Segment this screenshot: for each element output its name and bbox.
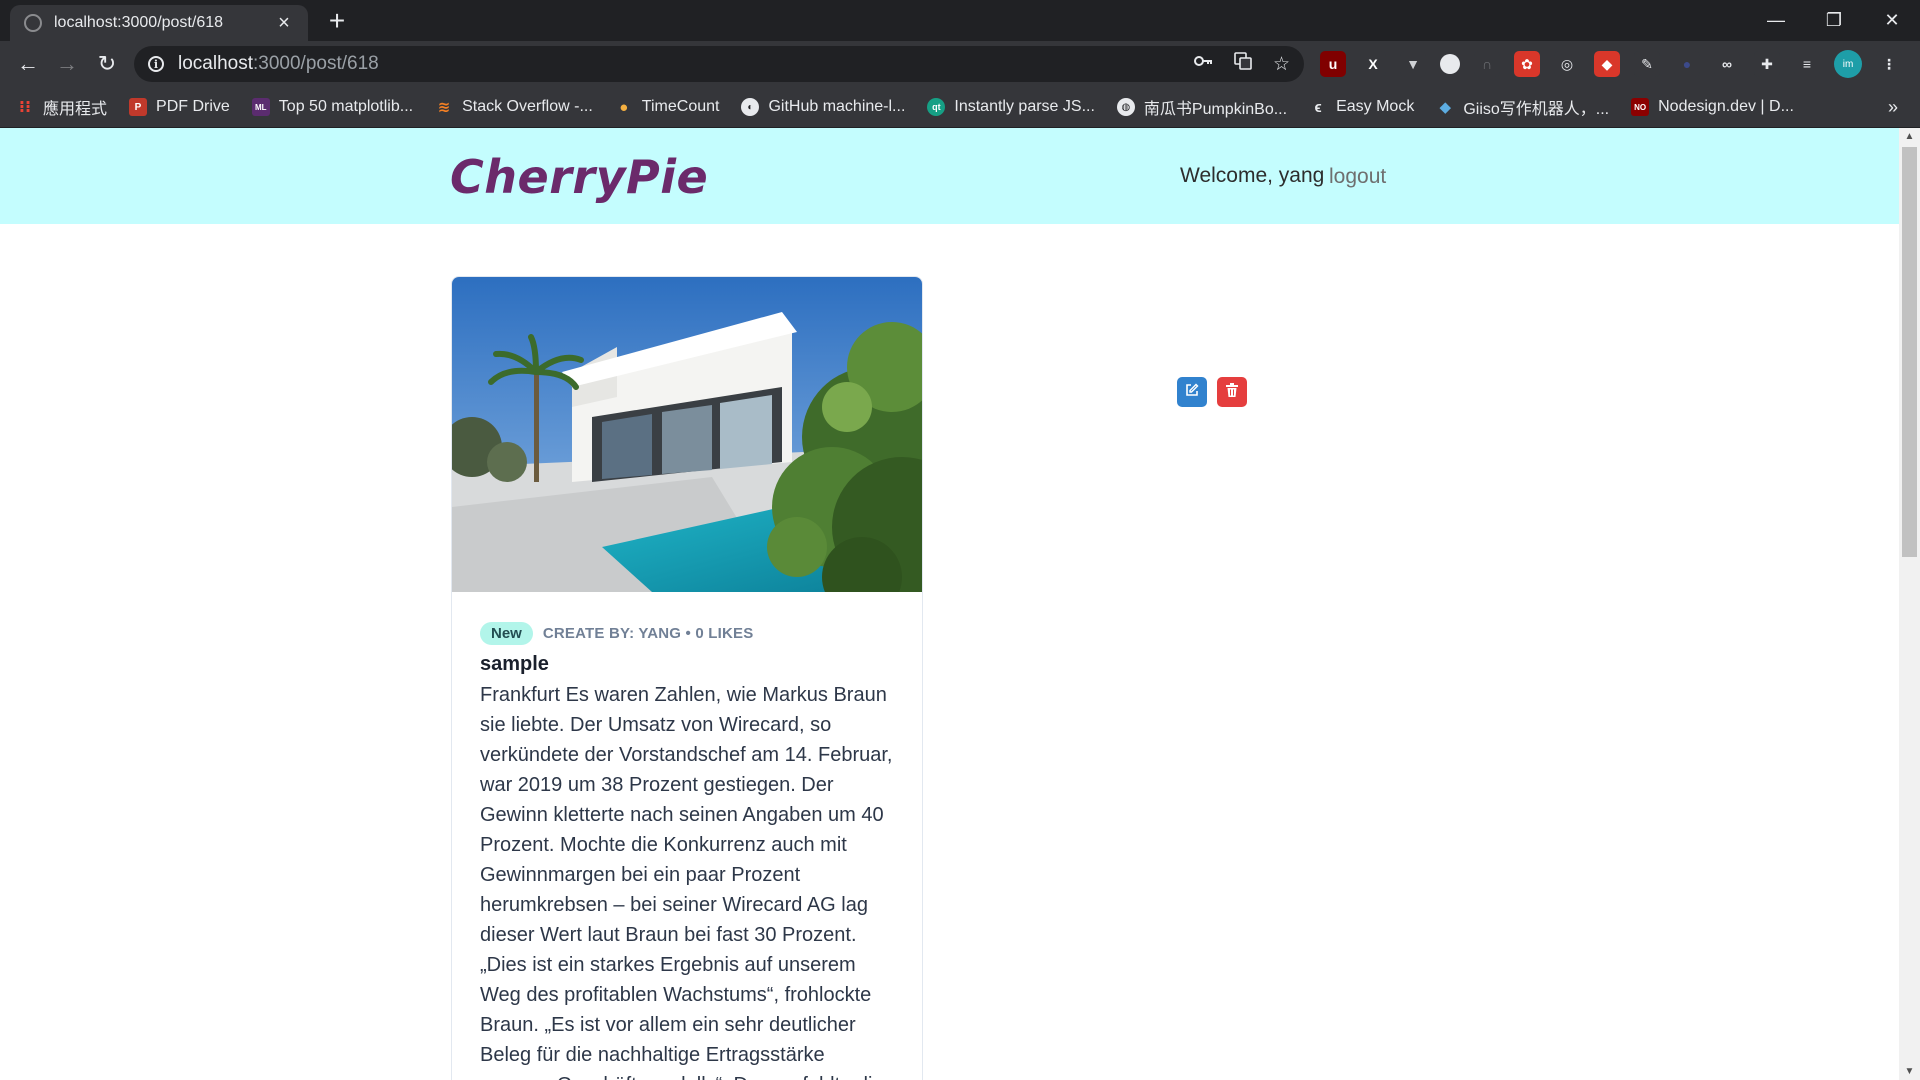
timecount-icon: ● — [619, 98, 629, 116]
menu-kebab-icon[interactable]: ⋮ — [1876, 51, 1902, 77]
app-header: CherryPie Welcome, yang logout — [0, 128, 1899, 224]
bookmark-item[interactable]: ◍ 南瓜书PumpkinBo... — [1116, 95, 1287, 119]
minimize-window-button[interactable]: — — [1748, 0, 1804, 41]
url-path: :3000/post/618 — [253, 53, 379, 74]
bookmark-item[interactable]: qt Instantly parse JS... — [927, 98, 1095, 116]
github-icon: ◐ — [741, 98, 760, 116]
post-body: Frankfurt Es waren Zahlen, wie Markus Br… — [480, 684, 893, 1080]
post-meta-text: Create by: yang • 0 likes — [542, 625, 754, 642]
giiso-icon: ◆ — [1439, 99, 1452, 116]
pdf-drive-icon: P — [129, 98, 148, 116]
globe-icon — [24, 14, 42, 32]
trash-icon — [1226, 382, 1238, 402]
address-bar[interactable]: i localhost:3000/post/618 ☆ — [134, 46, 1304, 82]
restore-window-button[interactable]: ❐ — [1806, 0, 1862, 41]
site-info-icon[interactable]: i — [148, 56, 164, 72]
scrollbar-thumb[interactable] — [1902, 147, 1917, 557]
new-badge: New — [480, 622, 533, 645]
new-tab-button[interactable]: + — [324, 7, 350, 35]
red-cube-icon[interactable]: ◆ — [1594, 51, 1620, 77]
ublock-icon[interactable]: u — [1320, 51, 1346, 77]
bookmark-item[interactable]: NO Nodesign.dev | D... — [1631, 98, 1794, 116]
extensions-area: u X ▼ ∩ ✿ ◎ ◆ ✎ ● ∞ ✚ ≡ im ⋮ — [1320, 48, 1902, 80]
pen-icon[interactable]: ✎ — [1634, 51, 1660, 77]
logout-link[interactable]: logout — [1329, 165, 1386, 189]
browser-toolbar: ← → ↻ i localhost:3000/post/618 ☆ u X ▼ … — [0, 41, 1920, 87]
browser-tab[interactable]: localhost:3000/post/618 × — [10, 5, 308, 41]
forward-button[interactable]: → — [52, 49, 82, 79]
reading-list-icon[interactable]: ≡ — [1794, 51, 1820, 77]
url-host: localhost — [178, 53, 253, 74]
circle-extension-icon[interactable] — [1440, 54, 1460, 74]
bookmark-item[interactable]: ϵ Easy Mock — [1309, 98, 1414, 116]
bookmark-item[interactable]: ● TimeCount — [615, 98, 719, 116]
post-card-body: New Create by: yang • 0 likes sample Fra… — [452, 592, 922, 1080]
profile-avatar[interactable]: im — [1834, 50, 1862, 78]
target-icon[interactable]: ◎ — [1554, 51, 1580, 77]
bookmark-item[interactable]: ≋ Stack Overflow -... — [435, 98, 593, 116]
back-button[interactable]: ← — [13, 49, 43, 79]
puzzle-icon[interactable]: ✚ — [1754, 51, 1780, 77]
edit-icon — [1185, 383, 1199, 402]
stackoverflow-icon: ≋ — [437, 99, 451, 116]
post-title: sample — [480, 653, 549, 675]
bookmark-star-icon[interactable]: ☆ — [1273, 53, 1290, 76]
edit-post-button[interactable] — [1177, 377, 1207, 407]
page-scrollbar[interactable]: ▲ ▼ — [1899, 128, 1920, 1080]
apps-grid-icon: ⁝⁝ — [18, 99, 32, 116]
post-card: New Create by: yang • 0 likes sample Fra… — [451, 276, 923, 1080]
quicktype-icon: qt — [927, 98, 946, 116]
delete-post-button[interactable] — [1217, 377, 1247, 407]
close-window-button[interactable]: ✕ — [1864, 0, 1920, 41]
welcome-text: Welcome, yang — [1180, 164, 1325, 187]
screenshot-extension-icon[interactable]: ✿ — [1514, 51, 1540, 77]
reload-button[interactable]: ↻ — [92, 49, 122, 79]
bookmark-item[interactable]: ⁝⁝ 應用程式 — [16, 95, 107, 119]
nodesign-icon: NO — [1631, 98, 1650, 116]
bookmark-item[interactable]: ◐ GitHub machine-l... — [741, 98, 905, 116]
key-icon[interactable] — [1193, 51, 1213, 77]
bookmarks-bar: ⁝⁝ 應用程式 P PDF Drive ML Top 50 matplotlib...… — [0, 87, 1920, 128]
dark-extension-icon[interactable]: ● — [1674, 51, 1700, 77]
vue-devtools-icon[interactable]: ▼ — [1400, 51, 1426, 77]
x-extension-icon[interactable]: X — [1360, 51, 1386, 77]
globe-icon: ◍ — [1116, 98, 1135, 116]
brand-logo[interactable]: CherryPie — [450, 150, 708, 204]
page-viewport: CherryPie Welcome, yang logout New CREAT… — [0, 128, 1899, 1080]
headphones-icon[interactable]: ∩ — [1474, 51, 1500, 77]
easymock-icon: ϵ — [1314, 98, 1322, 116]
scroll-down-arrow-icon[interactable]: ▼ — [1899, 1063, 1920, 1080]
post-meta: New Create by: yang • 0 likes — [480, 622, 894, 645]
bookmark-item[interactable]: ◆ Giiso写作机器人，... — [1436, 95, 1610, 119]
translate-icon[interactable] — [1233, 51, 1253, 77]
bookmark-item[interactable]: P PDF Drive — [129, 98, 230, 116]
bookmark-item[interactable]: ML Top 50 matplotlib... — [251, 98, 413, 116]
ml-icon: ML — [251, 98, 270, 116]
bookmarks-overflow-button[interactable]: » — [1888, 87, 1898, 128]
tab-title: localhost:3000/post/618 — [54, 14, 224, 31]
glasses-icon[interactable]: ∞ — [1714, 51, 1740, 77]
browser-tab-strip: localhost:3000/post/618 × + — ❐ ✕ — [0, 0, 1920, 41]
close-tab-icon[interactable]: × — [274, 13, 294, 33]
post-image — [452, 277, 922, 592]
scroll-up-arrow-icon[interactable]: ▲ — [1899, 128, 1920, 145]
